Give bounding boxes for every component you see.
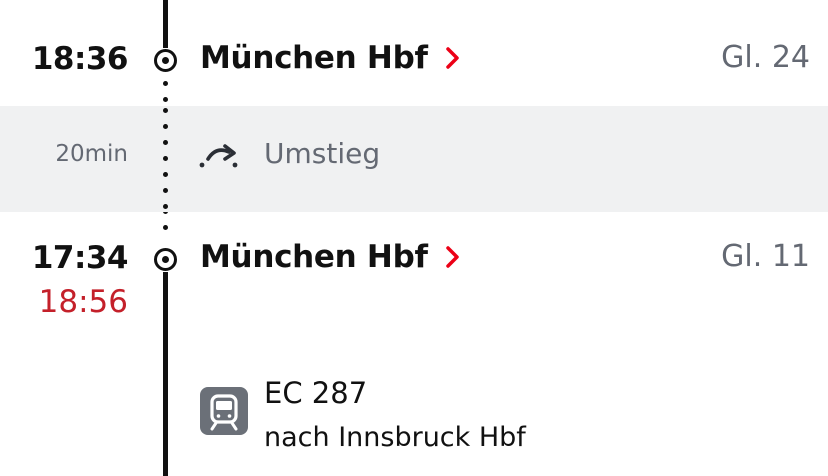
station-name: München Hbf: [200, 40, 428, 76]
station-link-departure[interactable]: München Hbf: [200, 239, 462, 275]
timeline-line-bottom: [163, 272, 168, 476]
transfer-arrow-icon: [199, 144, 238, 168]
timeline-line-top: [163, 0, 168, 48]
transfer-duration: 20min: [55, 141, 128, 167]
chevron-right-icon: [445, 246, 459, 268]
stop-node-icon: [154, 248, 177, 271]
station-link-arrival[interactable]: München Hbf: [200, 40, 462, 76]
chevron-right-icon: [445, 47, 459, 69]
station-name: München Hbf: [200, 239, 428, 275]
transfer-label: Umstieg: [264, 137, 381, 170]
stop-node-icon: [154, 49, 177, 72]
departure-time: 17:34: [31, 240, 129, 276]
train-icon: [200, 387, 248, 435]
platform-label: Gl. 11: [721, 239, 810, 274]
timeline-dotted-line-transfer: [162, 106, 169, 212]
platform-label: Gl. 24: [721, 40, 810, 75]
arrival-time: 18:36: [31, 41, 129, 77]
train-number: EC 287: [264, 376, 368, 410]
train-destination: nach Innsbruck Hbf: [264, 422, 526, 453]
delayed-departure-time: 18:56: [38, 284, 128, 320]
